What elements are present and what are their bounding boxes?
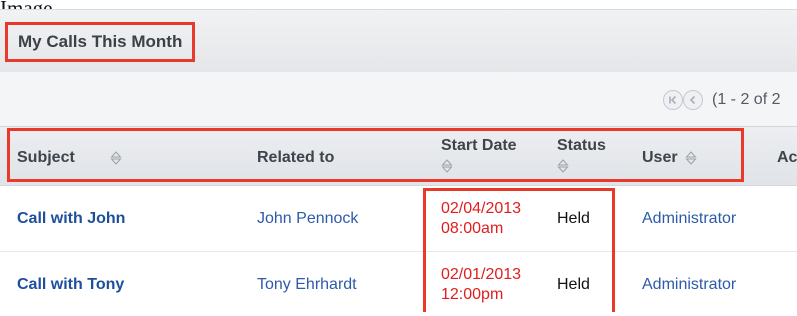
column-header-start-date[interactable]: Start Date (441, 137, 517, 155)
dashlet-title-highlight: My Calls This Month (5, 22, 196, 62)
start-time: 12:00pm (441, 286, 504, 303)
column-header-status[interactable]: Status (557, 137, 606, 155)
dashlet-title: My Calls This Month (18, 32, 183, 51)
dashlet-header: My Calls This Month (0, 9, 797, 73)
subject-link[interactable]: Call with Tony (17, 276, 124, 294)
first-page-icon (669, 95, 677, 105)
status-value: Held (557, 276, 590, 293)
start-date: 02/01/2013 (441, 266, 522, 283)
start-time: 08:00am (441, 220, 504, 237)
sort-icon[interactable] (110, 151, 122, 165)
column-header-user[interactable]: User (642, 149, 678, 167)
column-header-subject[interactable]: Subject (17, 149, 75, 167)
table-row: Call with Tony Tony Ehrhardt 02/01/2013 … (0, 251, 797, 316)
related-to-link[interactable]: Tony Ehrhardt (257, 276, 357, 294)
sort-icon[interactable] (685, 151, 697, 165)
subject-link[interactable]: Call with John (17, 210, 125, 228)
top-cropped-label: Image (0, 0, 52, 9)
pager-row: (1 - 2 of 2 (0, 72, 797, 126)
first-page-button[interactable] (663, 90, 683, 110)
status-value: Held (557, 210, 590, 227)
column-header-cut-off[interactable]: Ac (777, 149, 797, 167)
user-link[interactable]: Administrator (642, 210, 736, 228)
table-row: Call with John John Pennock 02/04/2013 0… (0, 186, 797, 250)
user-link[interactable]: Administrator (642, 276, 736, 294)
related-to-link[interactable]: John Pennock (257, 210, 358, 228)
sort-icon[interactable] (441, 159, 453, 173)
start-date: 02/04/2013 (441, 200, 522, 217)
previous-page-button[interactable] (683, 90, 703, 110)
previous-page-icon (689, 95, 696, 105)
pager-count: (1 - 2 of 2 (712, 91, 781, 108)
sort-icon[interactable] (557, 159, 569, 173)
column-header-related-to: Related to (257, 149, 335, 166)
list-header-row: Subject Related to Start Date Status Use… (0, 126, 797, 186)
top-cropped-text: Image (0, 0, 110, 9)
